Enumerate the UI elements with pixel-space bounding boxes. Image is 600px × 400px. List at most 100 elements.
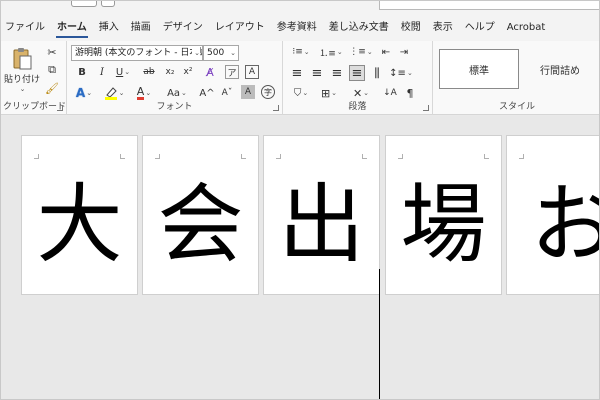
corner-mark: [34, 154, 39, 159]
tab-draw[interactable]: 描画: [125, 15, 157, 41]
style-no-spacing-label: 行間詰め: [540, 65, 580, 77]
copy-icon[interactable]: ⧉: [45, 63, 59, 77]
tab-references[interactable]: 参考資料: [271, 15, 323, 41]
chevron-down-icon: ⌄: [19, 84, 26, 93]
quick-access-button[interactable]: [71, 1, 97, 7]
align-left-icon[interactable]: ≡: [289, 65, 305, 81]
justify-icon[interactable]: ≡: [349, 65, 365, 81]
chevron-down-icon: ⌄: [303, 48, 310, 56]
chevron-down-icon: ⌄: [86, 89, 93, 97]
document-page[interactable]: 出: [263, 135, 380, 295]
corner-mark: [484, 154, 489, 159]
corner-mark: [362, 154, 367, 159]
chevron-down-icon: ⌄: [366, 48, 373, 56]
numbering-button[interactable]: ⒈≡ ⌄: [319, 45, 343, 59]
tab-acrobat[interactable]: Acrobat: [501, 15, 552, 41]
multilevel-list-button[interactable]: ⋮≡ ⌄: [349, 45, 373, 59]
chevron-down-icon: ⌄: [336, 48, 343, 56]
paragraph-group-label: 段落: [348, 102, 367, 112]
title-bar: [1, 1, 599, 15]
tab-review[interactable]: 校閲: [395, 15, 427, 41]
align-center-icon[interactable]: ≡: [309, 65, 325, 81]
bold-button[interactable]: B: [75, 65, 89, 79]
chevron-down-icon: ⌄: [181, 89, 187, 97]
chevron-down-icon: ⌄: [145, 89, 152, 97]
tab-insert[interactable]: 挿入: [93, 15, 125, 41]
clipboard-group: 貼り付け ⌄ ✂ ⧉ 🖌 クリップボード: [1, 41, 67, 115]
chevron-down-icon: ⌄: [118, 89, 125, 97]
char-shade-button[interactable]: A: [241, 85, 255, 99]
numbered-list-icon: ⒈≡: [319, 48, 336, 59]
corner-mark: [519, 154, 524, 159]
document-page[interactable]: 場: [385, 135, 502, 295]
corner-mark: [241, 154, 246, 159]
style-no-spacing[interactable]: 行間詰め: [525, 49, 595, 89]
align-right-icon[interactable]: ≡: [329, 65, 345, 81]
font-size-select[interactable]: 500 ⌄: [203, 45, 239, 61]
font-launcher-icon[interactable]: [273, 105, 279, 111]
italic-button[interactable]: I: [95, 65, 109, 79]
underline-label: U: [115, 66, 124, 78]
bullet-list-icon: ⁝≡: [292, 47, 303, 57]
chevron-down-icon: ⌄: [363, 89, 370, 97]
asian-layout-icon: ✕: [352, 86, 363, 100]
corner-mark: [398, 154, 403, 159]
style-normal-label: 標準: [469, 65, 489, 77]
char-border-button[interactable]: A: [245, 65, 259, 79]
corner-mark: [120, 154, 125, 159]
paragraph-group: ⁝≡ ⌄ ⒈≡ ⌄ ⋮≡ ⌄ ⇤ ⇥ ≡ ≡ ≡ ≡ ⫼ ↕≡ ⌄ ⛉ ⌄ ⊞ ⌄: [283, 41, 433, 115]
underline-button[interactable]: U ⌄: [113, 65, 133, 79]
chevron-down-icon: ⌄: [192, 46, 200, 60]
clear-formatting-icon[interactable]: A̸: [203, 65, 217, 79]
document-page[interactable]: お: [506, 135, 600, 295]
page-character: お: [515, 182, 600, 268]
cut-icon[interactable]: ✂: [45, 45, 59, 59]
paste-icon: [13, 47, 32, 69]
search-box[interactable]: [379, 1, 599, 10]
line-spacing-button[interactable]: ↕≡ ⌄: [389, 65, 413, 81]
styles-group: 標準 行間詰め スタイル: [433, 41, 599, 115]
tab-help[interactable]: ヘルプ: [459, 15, 501, 41]
paste-button[interactable]: 貼り付け ⌄: [3, 45, 41, 93]
page-character: 会: [157, 175, 244, 275]
phonetic-guide-icon[interactable]: ア: [225, 65, 239, 79]
font-group: 游明朝 (本文のフォント - 日本語) ⌄ 500 ⌄ B I U ⌄ ab x₂…: [67, 41, 283, 115]
tab-file[interactable]: ファイル: [3, 15, 51, 41]
chevron-down-icon: ⌄: [331, 89, 338, 97]
format-painter-icon[interactable]: 🖌: [45, 81, 59, 95]
document-page[interactable]: 大: [21, 135, 138, 295]
font-name-select[interactable]: 游明朝 (本文のフォント - 日本語) ⌄: [71, 45, 203, 61]
style-normal[interactable]: 標準: [439, 49, 519, 89]
paste-label: 貼り付け: [3, 74, 40, 85]
page-character: 出: [278, 175, 365, 275]
font-color-icon: A: [136, 85, 145, 100]
tab-home[interactable]: ホーム: [51, 15, 93, 41]
text-cursor: [379, 269, 380, 399]
page-character: 大: [36, 175, 123, 275]
tab-mailings[interactable]: 差し込み文書: [323, 15, 395, 41]
bullets-button[interactable]: ⁝≡ ⌄: [289, 45, 313, 59]
subscript-button[interactable]: x₂: [163, 65, 177, 79]
corner-mark: [276, 154, 281, 159]
document-page[interactable]: 会: [142, 135, 259, 295]
chevron-down-icon: ⌄: [406, 69, 413, 77]
distribute-icon[interactable]: ⫼: [369, 65, 385, 81]
ribbon-tabs: ファイル ホーム 挿入 描画 デザイン レイアウト 参考資料 差し込み文書 校閲…: [1, 15, 599, 41]
superscript-button[interactable]: x²: [181, 65, 195, 79]
enclose-char-button[interactable]: 字: [261, 85, 275, 99]
clipboard-launcher-icon[interactable]: [57, 105, 63, 111]
increase-indent-icon[interactable]: ⇥: [397, 45, 411, 59]
tab-view[interactable]: 表示: [427, 15, 459, 41]
page-character: 場: [400, 175, 487, 275]
ribbon: 貼り付け ⌄ ✂ ⧉ 🖌 クリップボード 游明朝 (本文のフォント - 日本語)…: [1, 41, 599, 115]
chevron-down-icon: ⌄: [124, 68, 131, 76]
paragraph-launcher-icon[interactable]: [423, 105, 429, 111]
font-name-value: 游明朝 (本文のフォント - 日本語): [75, 48, 203, 58]
tab-layout[interactable]: レイアウト: [209, 15, 271, 41]
quick-access-button[interactable]: [101, 1, 115, 7]
border-icon: ⊞: [320, 86, 331, 100]
tab-design[interactable]: デザイン: [157, 15, 209, 41]
decrease-indent-icon[interactable]: ⇤: [379, 45, 393, 59]
styles-group-label: スタイル: [498, 102, 535, 112]
strikethrough-button[interactable]: ab: [141, 65, 157, 79]
